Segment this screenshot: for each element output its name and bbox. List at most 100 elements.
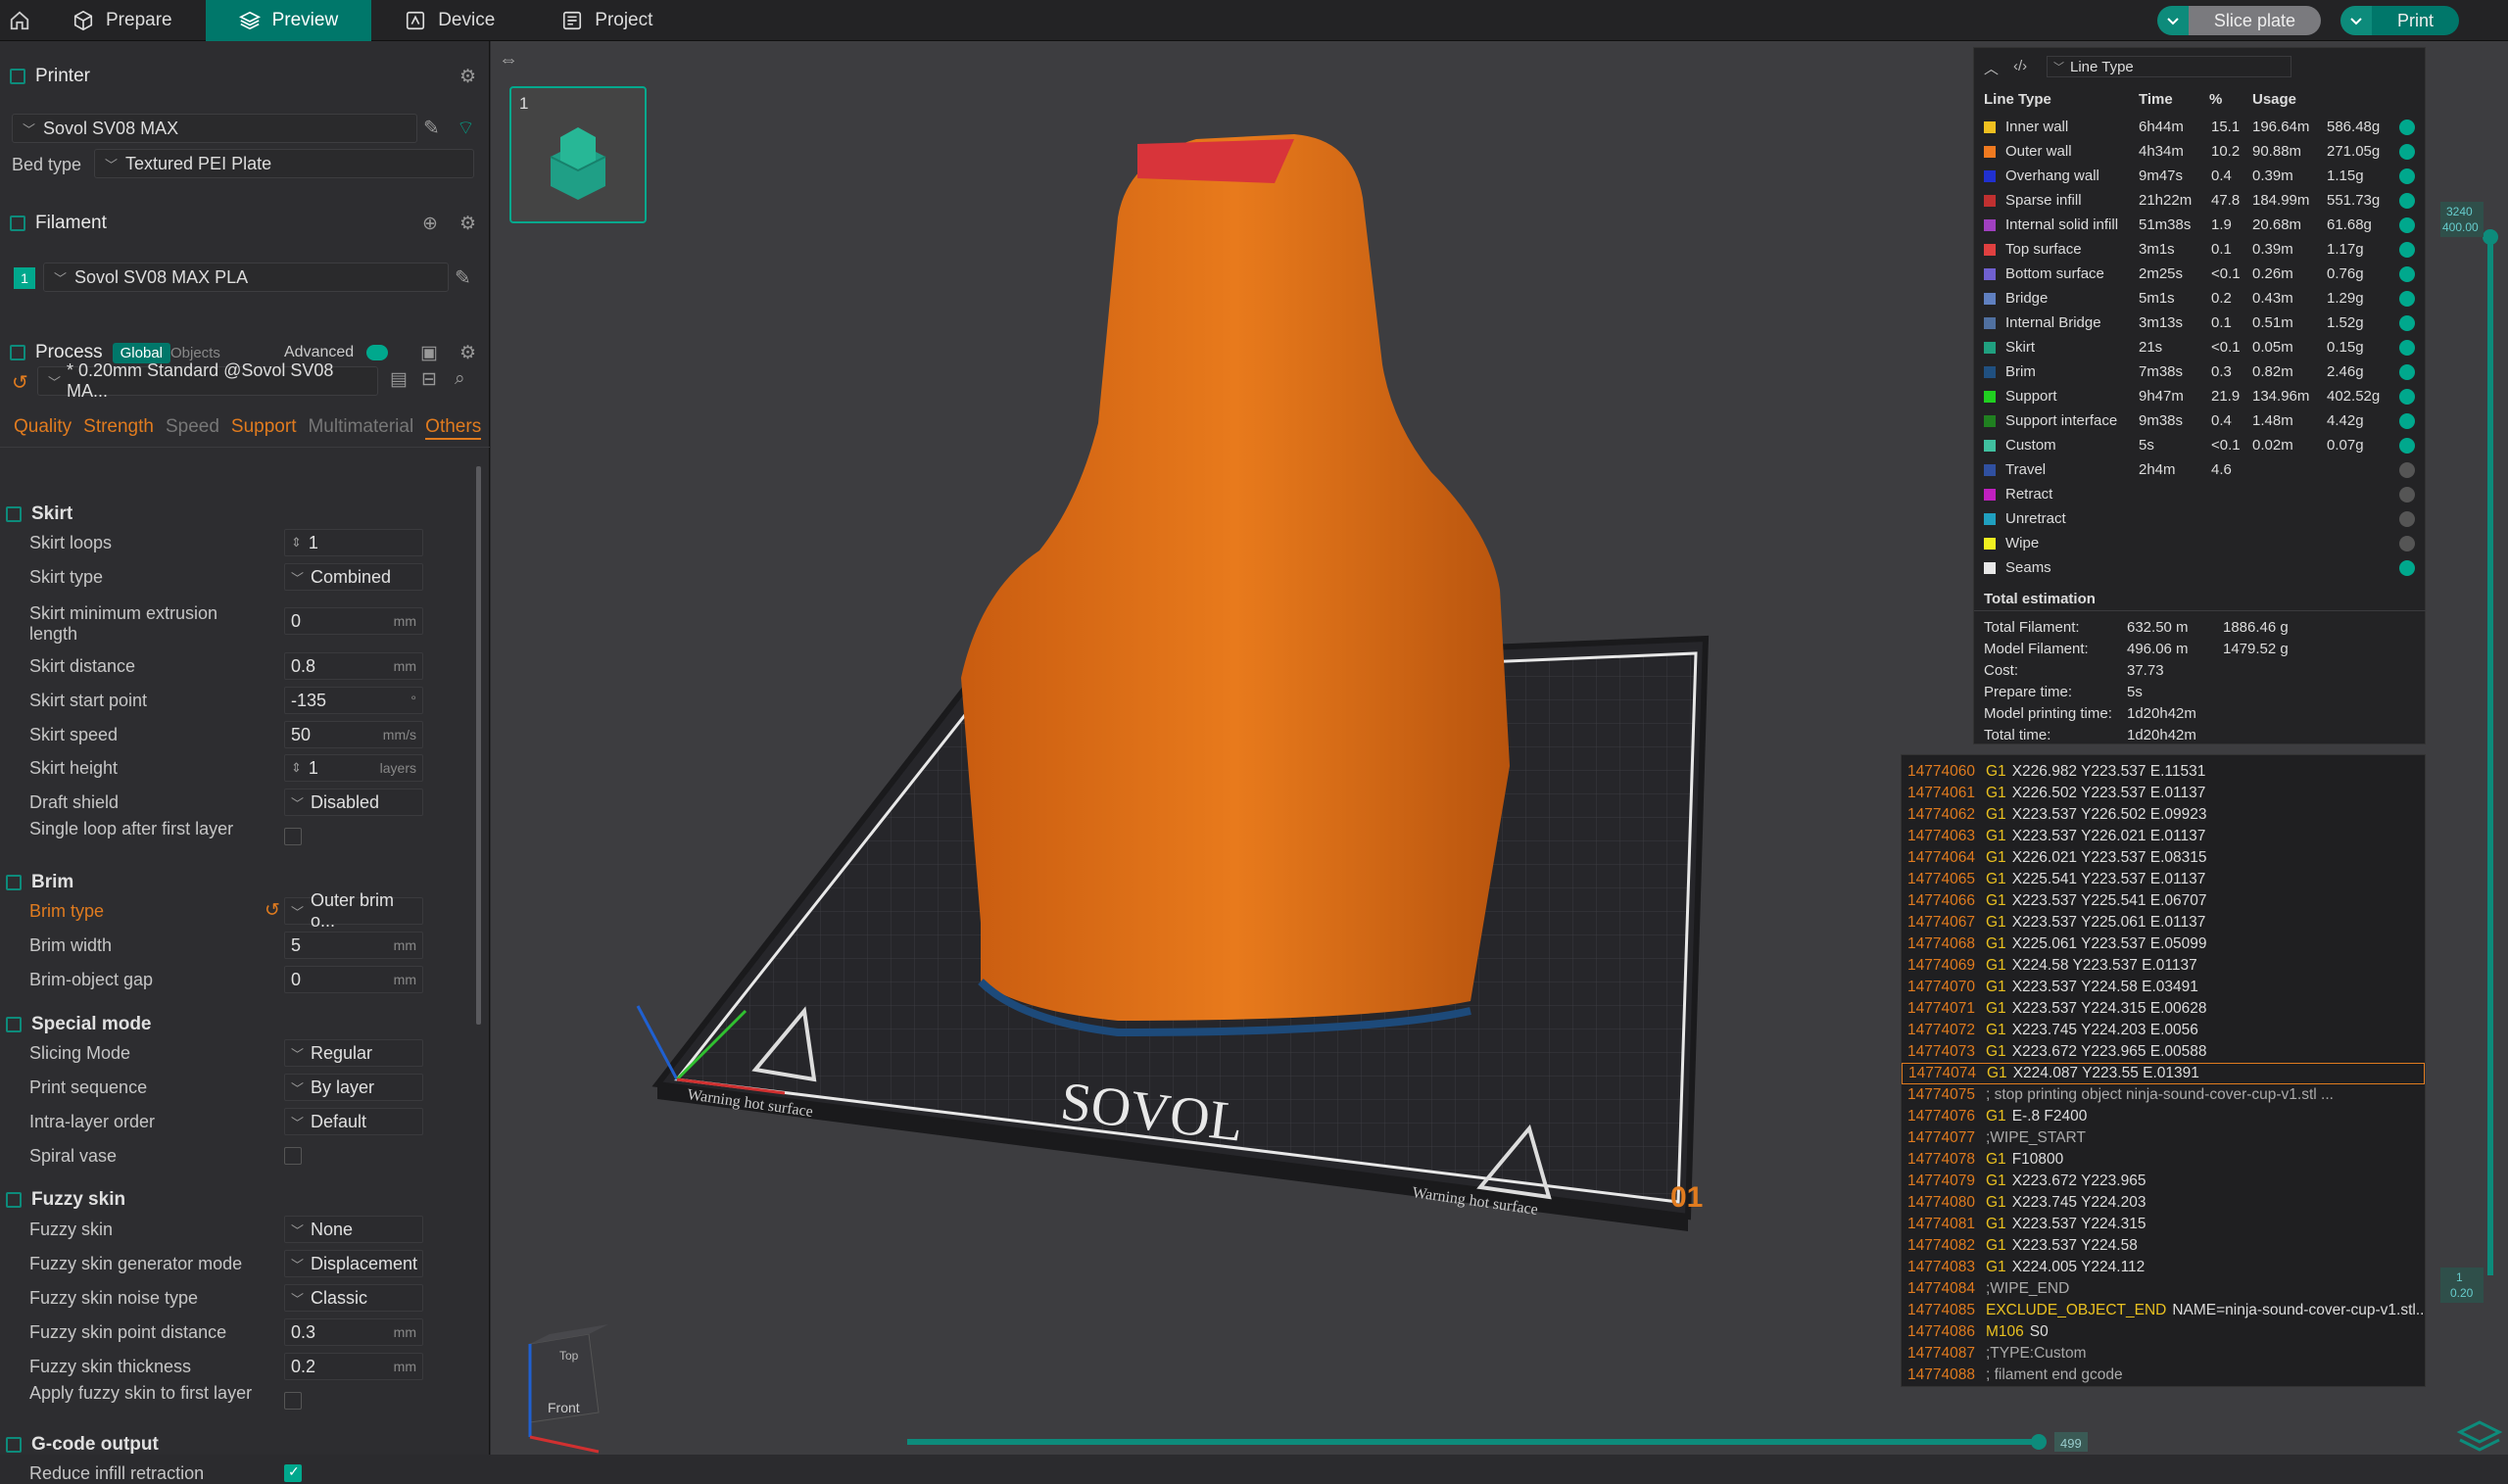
- gcode-line[interactable]: 14774085 EXCLUDE_OBJECT_END NAME=ninja-sou…: [1907, 1300, 2425, 1321]
- line-type-row[interactable]: Support 9h47m 21.9 134.96m 402.52g: [1984, 384, 2415, 408]
- gcode-line[interactable]: 14774086 M106 S0: [1907, 1321, 2049, 1343]
- line-type-row[interactable]: Outer wall 4h34m 10.2 90.88m 271.05g: [1984, 139, 2415, 164]
- visibility-eye-icon[interactable]: [2399, 363, 2415, 380]
- tab-preview[interactable]: Preview: [205, 0, 372, 41]
- param-checkbox[interactable]: ✓: [284, 1463, 302, 1482]
- line-type-row[interactable]: Overhang wall 9m47s 0.4 0.39m 1.15g: [1984, 164, 2415, 188]
- line-type-row[interactable]: Bottom surface 2m25s <0.1 0.26m 0.76g: [1984, 262, 2415, 286]
- visibility-eye-icon[interactable]: [2399, 216, 2415, 233]
- tab-quality[interactable]: Quality: [14, 416, 72, 440]
- code-view-icon[interactable]: ‹/›: [2013, 58, 2027, 74]
- visibility-eye-icon[interactable]: [2399, 339, 2415, 356]
- visibility-eye-icon[interactable]: [2399, 535, 2415, 551]
- objects-toggle[interactable]: Objects: [170, 345, 220, 361]
- filament-select[interactable]: ﹀ Sovol SV08 MAX PLA: [43, 263, 449, 292]
- layer-slider-top-handle[interactable]: [2483, 229, 2498, 245]
- gcode-line[interactable]: 14774061 G1 X226.502 Y223.537 E.01137: [1907, 783, 2205, 804]
- settings-sliders-icon[interactable]: ⚙: [459, 66, 476, 88]
- tab-project[interactable]: Project: [528, 0, 686, 41]
- settings-scrollbar[interactable]: [476, 466, 481, 1025]
- visibility-eye-icon[interactable]: [2399, 241, 2415, 258]
- line-type-row[interactable]: Brim 7m38s 0.3 0.82m 2.46g: [1984, 359, 2415, 384]
- param-input[interactable]: ﹀ Classic: [284, 1284, 423, 1312]
- tab-speed[interactable]: Speed: [166, 416, 219, 440]
- param-input[interactable]: ﹀ Default: [284, 1108, 423, 1135]
- advanced-switch[interactable]: [366, 345, 388, 360]
- gcode-line[interactable]: 14774060 G1 X226.982 Y223.537 E.11531: [1907, 761, 2205, 783]
- edit-icon[interactable]: ✎: [423, 116, 440, 140]
- param-checkbox[interactable]: [284, 1147, 302, 1165]
- line-type-row[interactable]: Custom 5s <0.1 0.02m 0.07g: [1984, 433, 2415, 457]
- param-input[interactable]: 50 mm/s: [284, 721, 423, 748]
- param-input[interactable]: ﹀ Disabled: [284, 789, 423, 816]
- save-icon[interactable]: ▤: [390, 368, 408, 391]
- group-special[interactable]: Special mode: [0, 1010, 480, 1039]
- view-cube-top[interactable]: Top: [559, 1349, 579, 1363]
- gcode-line[interactable]: 14774070 G1 X223.537 Y224.58 E.03491: [1907, 977, 2198, 998]
- visibility-eye-icon[interactable]: [2399, 290, 2415, 307]
- printer-select[interactable]: ﹀ Sovol SV08 MAX: [12, 114, 417, 143]
- visibility-eye-icon[interactable]: [2399, 461, 2415, 478]
- tab-strength[interactable]: Strength: [83, 416, 154, 440]
- param-input[interactable]: ﹀ Combined: [284, 563, 423, 591]
- layers-toggle-icon[interactable]: [2456, 1420, 2503, 1452]
- gcode-line[interactable]: 14774084 ;WIPE_END: [1907, 1278, 2069, 1300]
- reset-icon[interactable]: ↺: [265, 899, 280, 922]
- spinner-icon[interactable]: ⇕: [291, 535, 302, 551]
- param-input[interactable]: ﹀ Regular: [284, 1039, 423, 1067]
- line-type-row[interactable]: Support interface 9m38s 0.4 1.48m 4.42g: [1984, 408, 2415, 433]
- collapse-legend-icon[interactable]: ︿: [1984, 58, 1999, 78]
- gcode-line[interactable]: 14774087 ;TYPE:Custom: [1907, 1343, 2087, 1364]
- param-checkbox[interactable]: [284, 1392, 302, 1410]
- settings-sliders-icon[interactable]: ⚙: [459, 342, 476, 364]
- edit-icon[interactable]: ✎: [455, 265, 471, 290]
- line-type-row[interactable]: Wipe: [1984, 531, 2415, 555]
- gcode-line[interactable]: 14774082 G1 X223.537 Y224.58: [1907, 1235, 2138, 1257]
- view-cube-front[interactable]: Front: [548, 1400, 580, 1415]
- line-type-row[interactable]: Travel 2h4m 4.6: [1984, 457, 2415, 482]
- gcode-line[interactable]: 14774067 G1 X223.537 Y225.061 E.01137: [1907, 912, 2205, 933]
- settings-sliders-icon[interactable]: ⚙: [459, 213, 476, 235]
- gcode-line[interactable]: 14774063 G1 X223.537 Y226.021 E.01137: [1907, 826, 2205, 847]
- visibility-eye-icon[interactable]: [2399, 412, 2415, 429]
- visibility-eye-icon[interactable]: [2399, 486, 2415, 503]
- print-button[interactable]: Print: [2339, 6, 2459, 35]
- gcode-line[interactable]: 14774071 G1 X223.537 Y224.315 E.00628: [1907, 998, 2207, 1020]
- visibility-eye-icon[interactable]: [2399, 437, 2415, 454]
- gcode-line[interactable]: 14774078 G1 F10800: [1907, 1149, 2063, 1171]
- gcode-line[interactable]: 14774074 G1 X224.087 Y223.55 E.01391: [1902, 1063, 2425, 1084]
- param-input[interactable]: -135 °: [284, 687, 423, 714]
- visibility-eye-icon[interactable]: [2399, 388, 2415, 405]
- tab-support[interactable]: Support: [231, 416, 297, 440]
- line-type-row[interactable]: Retract: [1984, 482, 2415, 506]
- param-checkbox[interactable]: [284, 828, 302, 845]
- gcode-line[interactable]: 14774088 ; filament end gcode: [1907, 1364, 2123, 1386]
- param-input[interactable]: 0 mm: [284, 966, 423, 993]
- gcode-line[interactable]: 14774077 ;WIPE_START: [1907, 1127, 2086, 1149]
- visibility-eye-icon[interactable]: [2399, 168, 2415, 184]
- line-type-row[interactable]: Sparse infill 21h22m 47.8 184.99m 551.73g: [1984, 188, 2415, 213]
- gcode-viewer-panel[interactable]: 14774060 G1 X226.982 Y223.537 E.11531 14774…: [1901, 754, 2426, 1387]
- tab-others[interactable]: Others: [425, 416, 482, 440]
- line-type-row[interactable]: Unretract: [1984, 506, 2415, 531]
- visibility-eye-icon[interactable]: [2399, 314, 2415, 331]
- visibility-eye-icon[interactable]: [2399, 559, 2415, 576]
- reset-icon[interactable]: ↺: [12, 370, 28, 395]
- param-input[interactable]: ﹀ Outer brim o...: [284, 890, 423, 931]
- tab-prepare[interactable]: Prepare: [39, 0, 206, 41]
- bed-type-select[interactable]: ﹀ Textured PEI Plate: [94, 149, 474, 178]
- gcode-line[interactable]: 14774064 G1 X226.021 Y223.537 E.08315: [1907, 847, 2207, 869]
- group-fuzzy[interactable]: Fuzzy skin: [0, 1185, 480, 1215]
- visibility-eye-icon[interactable]: [2399, 510, 2415, 527]
- add-filament-icon[interactable]: ⊕: [422, 213, 438, 235]
- gcode-line[interactable]: 14774066 G1 X223.537 Y225.541 E.06707: [1907, 890, 2207, 912]
- group-gcode[interactable]: G-code output: [0, 1430, 480, 1460]
- param-input[interactable]: 0.3 mm: [284, 1318, 423, 1346]
- spinner-icon[interactable]: ⇕: [291, 760, 302, 776]
- gcode-line[interactable]: 14774069 G1 X224.58 Y223.537 E.01137: [1907, 955, 2197, 977]
- collapse-icon[interactable]: ⊟: [421, 368, 437, 391]
- filament-slot-badge[interactable]: 1: [14, 267, 35, 289]
- visibility-eye-icon[interactable]: [2399, 192, 2415, 209]
- compare-icon[interactable]: ▣: [420, 342, 438, 364]
- line-type-row[interactable]: Internal solid infill 51m38s 1.9 20.68m 61.6…: [1984, 213, 2415, 237]
